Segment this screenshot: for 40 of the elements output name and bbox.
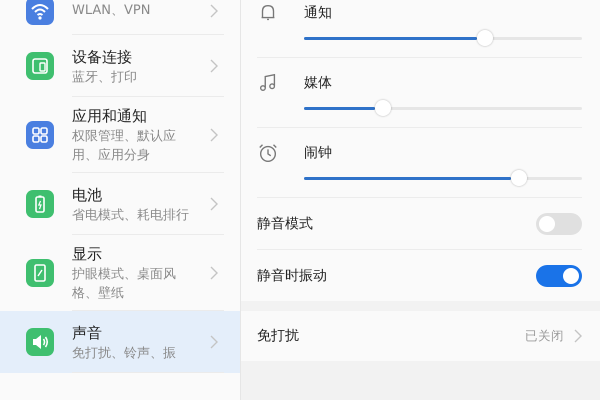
alarm-clock-icon [257, 142, 279, 164]
volume-slider[interactable] [304, 169, 582, 187]
chevron-icon [210, 197, 218, 211]
volume-label: 媒体 [304, 74, 332, 92]
grid-icon [26, 121, 54, 149]
chevron-icon [210, 4, 218, 18]
chevron-icon [210, 335, 218, 349]
item-subtitle: 权限管理、默认应用、应用分身 [72, 128, 177, 165]
sidebar-item[interactable]: 电池 省电模式、耗电排行 [0, 173, 240, 235]
item-title: 显示 [72, 244, 103, 265]
battery-icon [26, 190, 54, 218]
speaker-icon [26, 328, 54, 356]
sidebar-item[interactable]: 声音 免打扰、铃声、振 [0, 311, 240, 373]
item-subtitle: 省电模式、耗电排行 [72, 206, 190, 224]
item-title: 声音 [72, 322, 103, 344]
chevron-icon [210, 266, 218, 280]
item-subtitle: 蓝牙、打印 [72, 68, 138, 86]
chevron-icon [210, 59, 218, 73]
toggle-switch[interactable] [536, 264, 582, 286]
devices-icon [26, 52, 54, 80]
item-title: 应用和通知 [72, 106, 148, 127]
sidebar-item[interactable]: 应用和通知 权限管理、默认应用、应用分身 [0, 97, 240, 173]
setting-label: 静音时振动 [257, 266, 327, 284]
sidebar-item[interactable]: 显示 护眼模式、桌面风格、壁纸 [0, 235, 240, 311]
setting-label: 免打扰 [257, 327, 300, 345]
volume-label: 闹钟 [304, 144, 332, 162]
item-subtitle: 免打扰、铃声、振 [72, 344, 177, 362]
item-title: 电池 [72, 184, 103, 206]
volume-label: 通知 [304, 4, 332, 22]
volume-slider[interactable] [304, 99, 582, 117]
toggle-switch[interactable] [536, 212, 582, 234]
item-title: 设备连接 [72, 46, 133, 68]
phone-icon [26, 259, 54, 287]
volume-slider[interactable] [304, 29, 582, 47]
sidebar-item[interactable]: 设备连接 蓝牙、打印 [0, 35, 240, 97]
setting-label: 静音模式 [257, 214, 313, 232]
item-subtitle: WLAN、VPN [72, 2, 152, 20]
chevron-icon [210, 128, 218, 142]
setting-value: 已关闭 [525, 328, 564, 344]
item-subtitle: 护眼模式、桌面风格、壁纸 [72, 266, 177, 303]
